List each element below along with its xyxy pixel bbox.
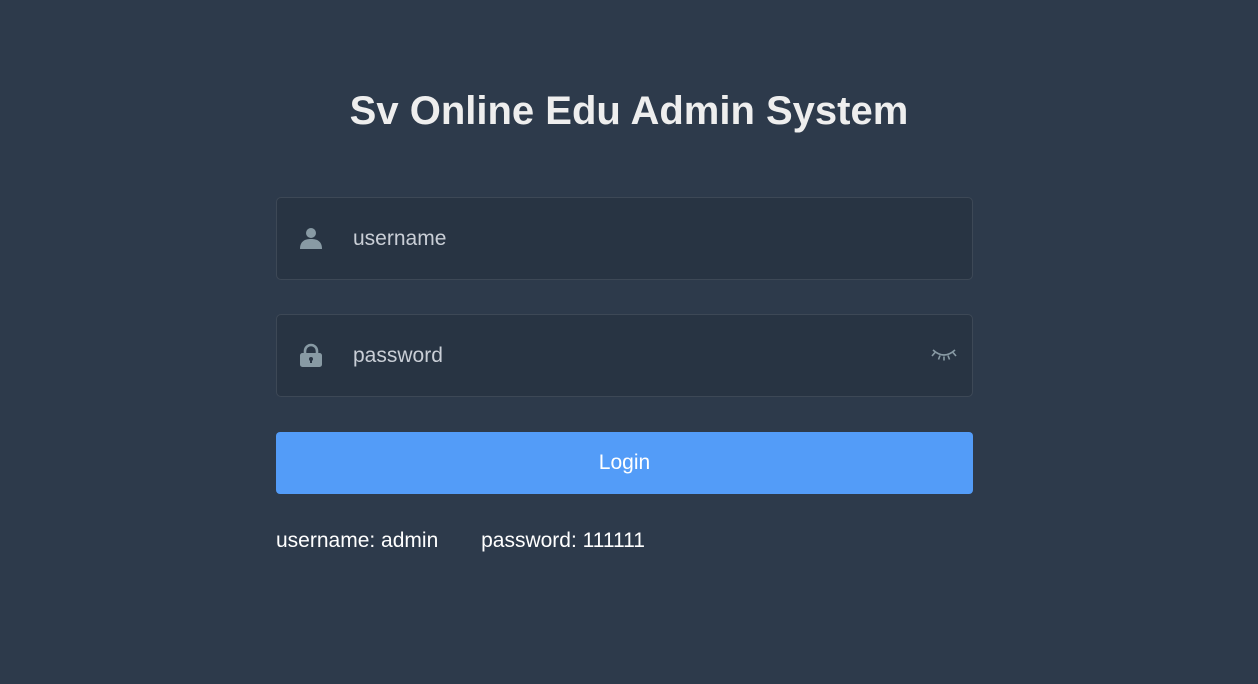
login-page: Sv Online Edu Admin System username Logi… [0,0,1258,684]
lock-icon [299,343,323,367]
password-field [276,314,973,397]
username-field [276,197,973,280]
user-icon [299,226,323,250]
eye-closed-icon[interactable] [930,345,958,365]
login-button[interactable]: Login [276,432,973,494]
username-input[interactable] [353,198,913,279]
password-input[interactable] [353,315,913,396]
page-title: Sv Online Edu Admin System [349,89,909,133]
password-tip: password: 111111 [481,529,645,552]
login-tips: username: admin password: 111111 [276,529,973,553]
username-tip: username: admin [276,529,439,552]
login-form: Login username: admin password: 111111 [276,197,973,553]
